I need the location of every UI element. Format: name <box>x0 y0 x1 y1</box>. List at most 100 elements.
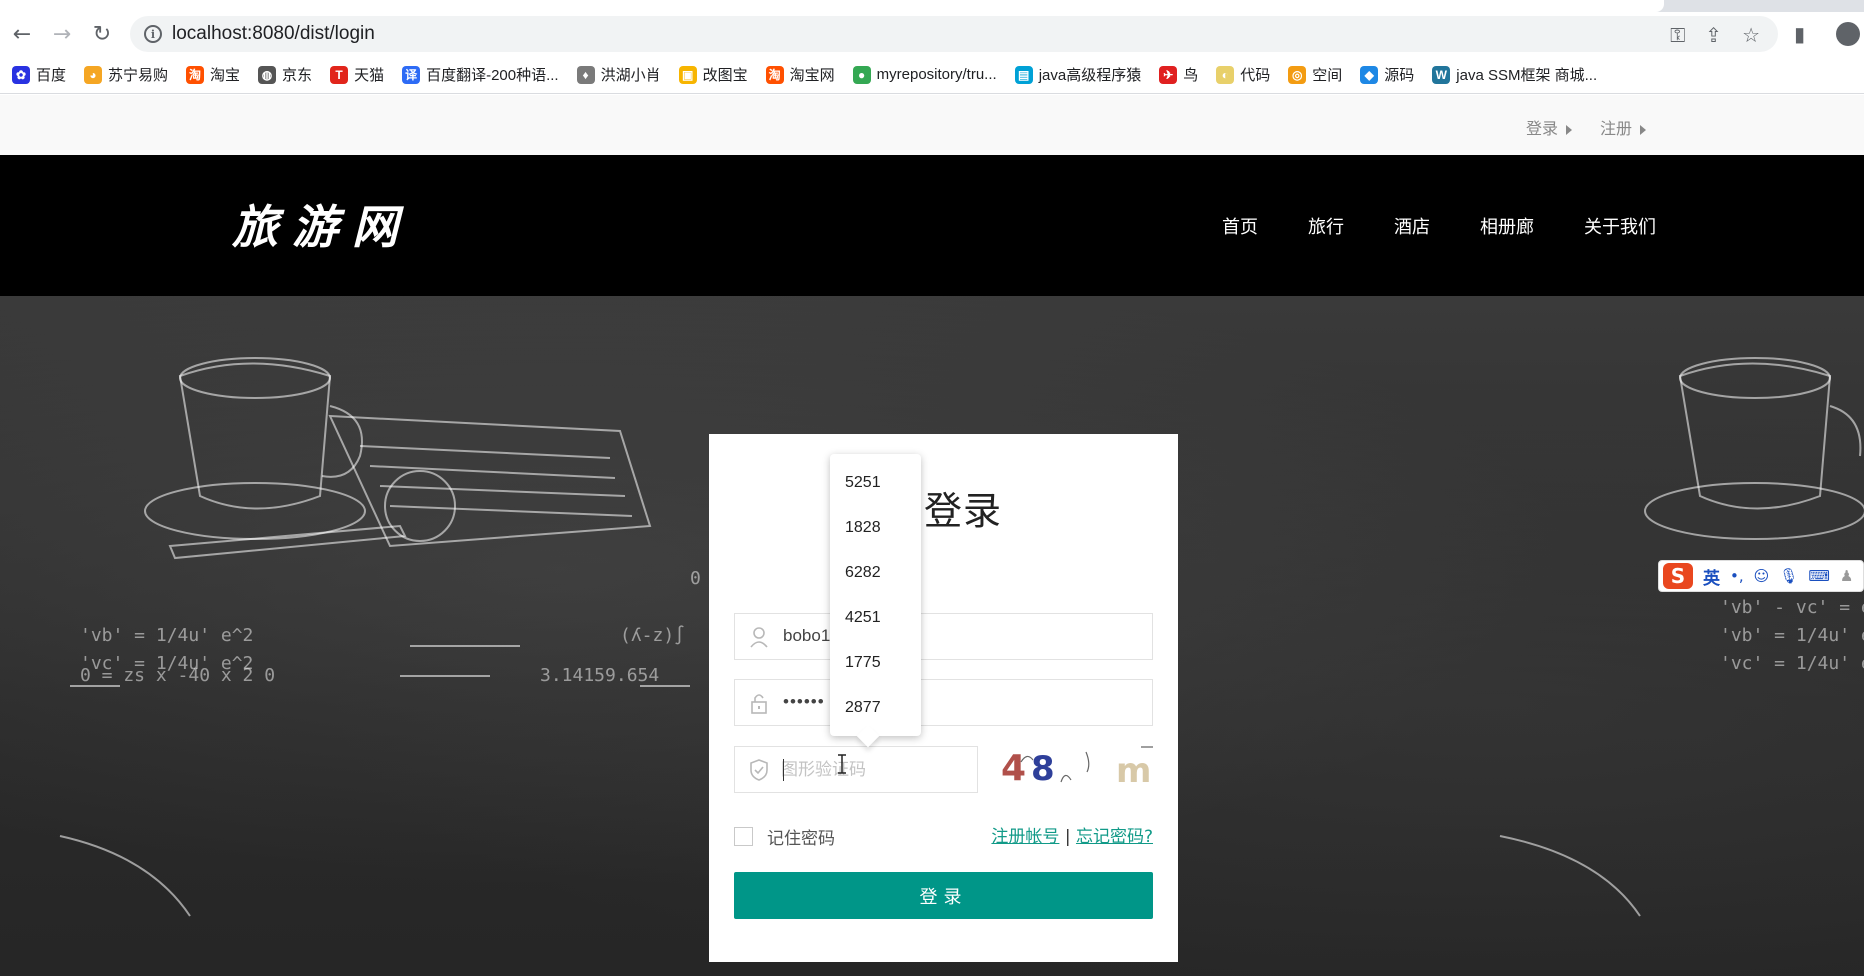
back-icon[interactable]: ← <box>6 18 38 50</box>
bookmark-label: 淘宝网 <box>789 67 835 84</box>
bookmark-favicon-icon: ◎ <box>1288 65 1307 84</box>
autocomplete-option[interactable]: 4251 <box>830 601 921 646</box>
site-logo[interactable]: 旅游网 <box>232 191 412 257</box>
keyboard-icon[interactable]: ⌨ <box>1808 567 1830 585</box>
password-field[interactable]: •••••• <box>734 679 1153 726</box>
captcha-char-3: m <box>1116 751 1151 789</box>
bookmark-item[interactable]: ◐ 代码 <box>1216 64 1270 85</box>
address-bar[interactable]: i localhost:8080/dist/login ⚿ ⇪ ☆ <box>130 16 1778 52</box>
punctuation-icon[interactable]: •, <box>1730 567 1744 585</box>
profile-avatar-icon[interactable] <box>1836 22 1860 46</box>
username-field[interactable]: bobo1 <box>734 613 1153 660</box>
autocomplete-dropdown: 5251 1828 6282 4251 1775 2877 <box>830 454 921 748</box>
bookmark-item[interactable]: 淘淘宝 <box>186 64 240 85</box>
microphone-icon[interactable]: 🎙 <box>1779 567 1798 585</box>
lock-icon <box>751 694 767 714</box>
bookmark-item[interactable]: ♦ 洪湖小肖 <box>576 64 661 85</box>
sogou-logo-icon[interactable]: S <box>1663 563 1693 589</box>
bookmark-favicon-icon: 淘 <box>765 65 784 84</box>
bookmark-label: 天猫 <box>354 67 385 84</box>
reload-icon[interactable]: ↻ <box>86 18 118 50</box>
bookmark-favicon-icon: ◆ <box>1360 65 1379 84</box>
bookmark-item[interactable]: ✈ 鸟 <box>1159 64 1198 85</box>
bookmark-item[interactable]: 淘淘宝网 <box>765 64 835 85</box>
autocomplete-option[interactable]: 2877 <box>830 691 921 736</box>
svg-text:3.14159.654: 3.14159.654 <box>540 665 659 686</box>
bookmarks-bar: ✿ 百度 ◕ 苏宁易购淘淘宝 ◍ 京东 T 天猫译百度翻译-200种语... ♦ 洪湖小肖 ▣ 改图宝… <box>0 56 1864 94</box>
bookmark-label: 百度翻译-200种语... <box>426 67 559 84</box>
bookmark-star-icon[interactable]: ☆ <box>1742 23 1760 47</box>
bookmark-favicon-icon: W <box>1432 65 1451 84</box>
bookmark-item[interactable]: Wjava SSM框架 商城... <box>1432 64 1597 85</box>
login-card: 户登录 bobo1 •••••• 4 8 m 记住密码 注册帐号 <box>709 434 1178 962</box>
bookmark-item[interactable]: ✿ 百度 <box>12 64 66 85</box>
ime-toolbar: S 英 •, ☺ 🎙 ⌨ ♟ <box>1658 560 1864 592</box>
bookmark-item[interactable]: ◆ 源码 <box>1360 64 1414 85</box>
login-button[interactable]: 登录 <box>734 872 1153 919</box>
captcha-image[interactable]: 4 8 m <box>991 742 1155 789</box>
password-key-icon[interactable]: ⚿ <box>1670 23 1685 47</box>
site-topbar: 登录 注册 <box>0 95 1864 155</box>
bookmark-label: 改图宝 <box>702 67 748 84</box>
nav-item[interactable]: 旅行 <box>1308 213 1344 239</box>
active-tab[interactable] <box>0 0 1664 12</box>
captcha-input[interactable] <box>781 756 961 784</box>
nav-item[interactable]: 关于我们 <box>1584 213 1656 239</box>
nav-item[interactable]: 首页 <box>1222 213 1258 239</box>
site-info-icon[interactable]: i <box>144 25 162 43</box>
bookmark-item[interactable]: ▤ java高级程序猿 <box>1014 64 1142 85</box>
autocomplete-option[interactable]: 6282 <box>830 556 921 601</box>
svg-text:'vb' = 1/4u' e^2: 'vb' = 1/4u' e^2 <box>1720 625 1864 646</box>
username-value: bobo1 <box>783 626 831 645</box>
emoji-icon[interactable]: ☺ <box>1754 567 1770 585</box>
remember-checkbox[interactable] <box>734 827 753 846</box>
bookmark-item[interactable]: ◕ 苏宁易购 <box>84 64 168 85</box>
password-value: •••••• <box>783 692 825 711</box>
svg-text:'vb' - vc' = evb: 'vb' - vc' = evb <box>1720 597 1864 618</box>
svg-text:(ʎ-z)∫: (ʎ-z)∫ <box>620 625 685 646</box>
bookmark-label: java高级程序猿 <box>1038 67 1142 84</box>
bookmark-label: 百度 <box>36 67 67 84</box>
svg-text:0 = zs x -40 x 2 0: 0 = zs x -40 x 2 0 <box>80 665 275 686</box>
shield-icon <box>750 759 768 781</box>
bookmark-item[interactable]: ▣ 改图宝 <box>678 64 748 85</box>
main-nav: 首页 旅行 酒店 相册廊 关于我们 <box>1222 213 1656 239</box>
autocomplete-option[interactable]: 1828 <box>830 511 921 556</box>
bookmark-favicon-icon: 淘 <box>186 65 205 84</box>
topbar-login-link[interactable]: 登录 <box>1526 115 1572 139</box>
bookmark-item[interactable]: ● myrepository/tru... <box>852 65 997 84</box>
bookmark-favicon-icon: ✈ <box>1159 65 1178 84</box>
forward-icon[interactable]: → <box>46 18 78 50</box>
bookmark-item[interactable]: ◍ 京东 <box>258 64 312 85</box>
side-panel-icon[interactable]: ▮ <box>1794 22 1805 46</box>
bookmark-favicon-icon: ▤ <box>1014 65 1033 84</box>
bookmark-favicon-icon: ● <box>852 65 871 84</box>
register-account-link[interactable]: 注册帐号 <box>991 827 1059 847</box>
bookmark-item[interactable]: ◎ 空间 <box>1288 64 1342 85</box>
captcha-field[interactable] <box>734 746 978 793</box>
bookmark-favicon-icon: ◐ <box>1216 65 1235 84</box>
topbar-register-link[interactable]: 注册 <box>1600 115 1646 139</box>
bookmark-favicon-icon: T <box>330 65 349 84</box>
nav-item[interactable]: 相册廊 <box>1480 213 1534 239</box>
bookmark-label: myrepository/tru... <box>876 66 997 83</box>
caret-right-icon <box>1640 124 1646 135</box>
bookmark-item[interactable]: 译百度翻译-200种语... <box>402 64 559 85</box>
remember-password[interactable]: 记住密码 <box>734 824 835 849</box>
autocomplete-option[interactable]: 1775 <box>830 646 921 691</box>
browser-tabstrip <box>0 0 1864 12</box>
autocomplete-option[interactable]: 5251 <box>830 466 921 511</box>
bookmark-item[interactable]: T 天猫 <box>330 64 384 85</box>
bookmark-label: 源码 <box>1384 67 1415 84</box>
account-links: 注册帐号 | 忘记密码? <box>991 822 1153 847</box>
browser-toolbar: ← → ↻ i localhost:8080/dist/login ⚿ ⇪ ☆ … <box>0 12 1864 56</box>
bookmark-favicon-icon: 译 <box>402 65 421 84</box>
bookmark-label: 淘宝 <box>210 67 241 84</box>
ime-language[interactable]: 英 <box>1703 564 1720 589</box>
nav-item[interactable]: 酒店 <box>1394 213 1430 239</box>
captcha-char-1: 4 <box>1001 748 1026 789</box>
site-header: 旅游网 首页 旅行 酒店 相册廊 关于我们 <box>0 155 1864 296</box>
skin-icon[interactable]: ♟ <box>1840 567 1853 585</box>
forgot-password-link[interactable]: 忘记密码? <box>1076 827 1153 847</box>
share-icon[interactable]: ⇪ <box>1705 23 1722 47</box>
